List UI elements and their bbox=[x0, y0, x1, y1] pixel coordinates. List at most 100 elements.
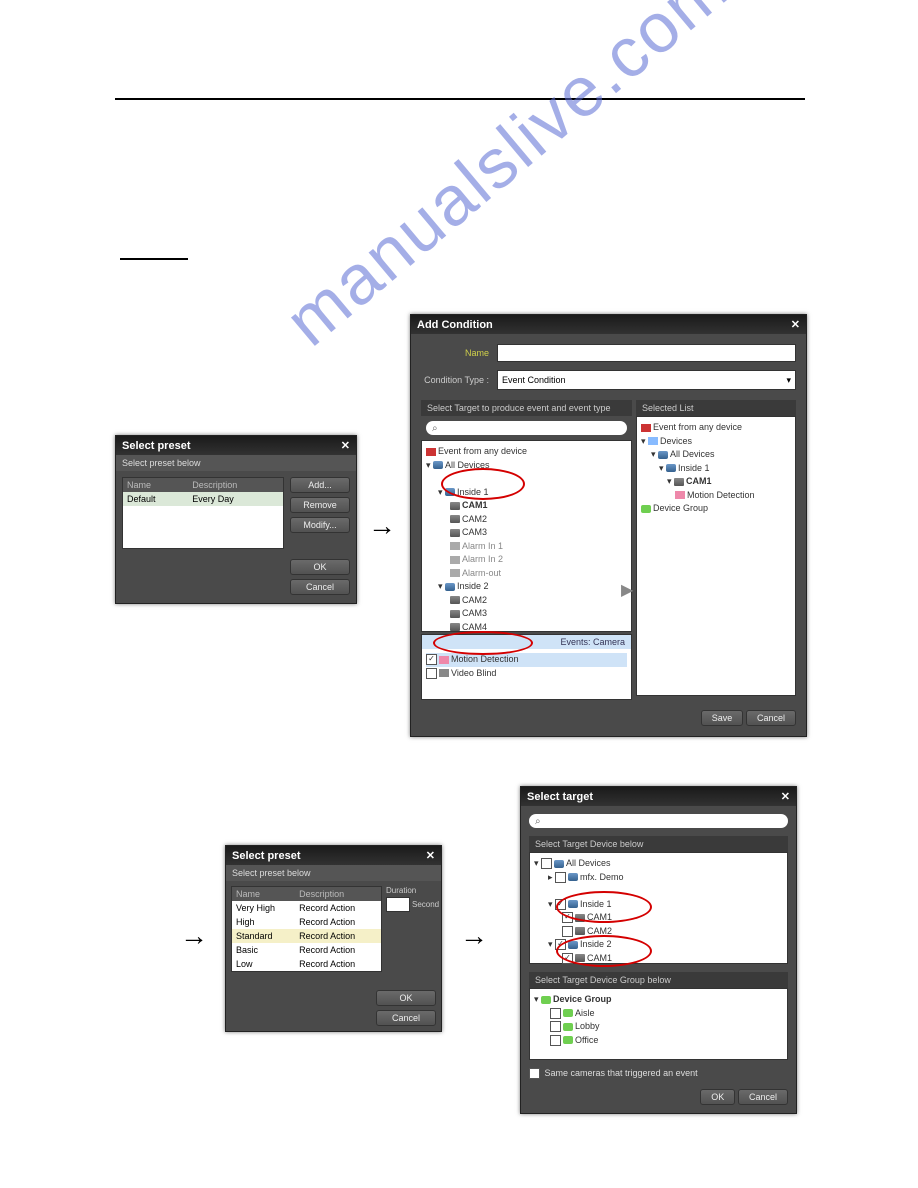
tree-item-all[interactable]: ▾ All Devices bbox=[426, 459, 627, 473]
arrow-icon: → bbox=[368, 510, 396, 542]
remove-button[interactable]: Remove bbox=[290, 497, 350, 513]
tree-item-cam4[interactable]: CAM4 bbox=[426, 621, 627, 633]
dialog-add-condition: Add Condition ✕ Name Condition Type : Ev… bbox=[410, 314, 807, 737]
dialog-select-preset-2: Select preset ✕ Select preset below Name… bbox=[225, 845, 442, 1032]
target-device-header: Select Target Device below bbox=[529, 836, 788, 852]
transfer-arrow-icon[interactable]: ▶ bbox=[621, 580, 633, 600]
target-group-header: Select Target Device Group below bbox=[529, 972, 788, 988]
tree-item-inside1[interactable]: ▾ Inside 1 bbox=[426, 486, 627, 500]
close-icon[interactable]: ✕ bbox=[781, 790, 790, 803]
tree-item-ms[interactable]: ▸ mfx. Demo bbox=[534, 871, 783, 885]
dialog-select-target: Select target ✕ ⌕ Select Target Device b… bbox=[520, 786, 797, 1114]
watermark-text: manualslive.com bbox=[270, 0, 744, 361]
dialog2-title: Add Condition bbox=[417, 319, 493, 331]
col-name: Name bbox=[123, 478, 188, 492]
condition-type-select[interactable]: Event Condition ▾ bbox=[497, 370, 796, 390]
col-dur: Duration bbox=[386, 886, 436, 895]
ok-button[interactable]: OK bbox=[376, 990, 436, 1006]
name-label: Name bbox=[421, 348, 489, 358]
tree-item-inside2[interactable]: ▾ Inside 2 bbox=[426, 580, 627, 594]
tree-item-ain2[interactable]: Alarm In 2 bbox=[426, 553, 627, 567]
group-item-g1[interactable]: Aisle bbox=[534, 1007, 783, 1021]
name-input[interactable] bbox=[497, 344, 796, 362]
row-name[interactable]: High bbox=[232, 915, 295, 929]
cancel-button[interactable]: Cancel bbox=[746, 710, 796, 726]
duration-input[interactable] bbox=[386, 897, 410, 912]
search-input[interactable]: ⌕ bbox=[529, 814, 788, 828]
sel-item-all[interactable]: ▾ All Devices bbox=[641, 448, 791, 462]
chevron-down-icon: ▾ bbox=[786, 375, 791, 386]
event-section-header: Events: Camera bbox=[422, 635, 631, 649]
row-desc: Record Action bbox=[295, 957, 381, 971]
close-icon[interactable]: ✕ bbox=[791, 318, 800, 331]
dialog-select-preset-1: Select preset ✕ Select preset below Name… bbox=[115, 435, 357, 604]
col-desc: Description bbox=[295, 887, 381, 901]
tree-item-cam3[interactable]: CAM3 bbox=[426, 526, 627, 540]
close-icon[interactable]: ✕ bbox=[341, 439, 350, 452]
row-name[interactable]: Default bbox=[123, 492, 188, 506]
add-button[interactable]: Add... bbox=[290, 477, 350, 493]
search-icon: ⌕ bbox=[432, 423, 438, 434]
row-desc: Record Action bbox=[295, 943, 381, 957]
row-name[interactable]: Very High bbox=[232, 901, 295, 915]
dialog1-title: Select preset bbox=[122, 440, 190, 452]
sel-item-cam1[interactable]: ▾ CAM1 bbox=[641, 475, 791, 489]
row-name[interactable]: Basic bbox=[232, 943, 295, 957]
tree-item-cam1[interactable]: CAM1 bbox=[534, 911, 783, 925]
tree-item-cam2[interactable]: CAM2 bbox=[534, 925, 783, 939]
col-desc: Description bbox=[188, 478, 283, 492]
sel-item-devices[interactable]: ▾ Devices bbox=[641, 435, 791, 449]
sel-item-inside1[interactable]: ▾ Inside 1 bbox=[641, 462, 791, 476]
tree-item-aout[interactable]: Alarm-out bbox=[426, 567, 627, 581]
left-panel-header: Select Target to produce event and event… bbox=[421, 400, 632, 416]
condition-type-value: Event Condition bbox=[502, 375, 566, 385]
dialog3-title: Select preset bbox=[232, 850, 300, 862]
save-button[interactable]: Save bbox=[701, 710, 744, 726]
cancel-button[interactable]: Cancel bbox=[738, 1089, 788, 1105]
close-icon[interactable]: ✕ bbox=[426, 849, 435, 862]
col-name: Name bbox=[232, 887, 295, 901]
tree-item-any[interactable]: Event from any device bbox=[426, 445, 627, 459]
underline-bar bbox=[120, 258, 188, 260]
row-desc: Record Action bbox=[295, 915, 381, 929]
tree-item-cam2b[interactable]: CAM2 bbox=[426, 594, 627, 608]
arrow-icon: → bbox=[180, 920, 208, 952]
page-divider bbox=[115, 98, 805, 100]
tree-item-blind[interactable]: Video Blind bbox=[426, 667, 627, 681]
condition-type-label: Condition Type : bbox=[421, 375, 489, 385]
row-desc: Every Day bbox=[188, 492, 283, 506]
tree-item-cam3b[interactable]: CAM3 bbox=[426, 607, 627, 621]
same-camera-checkbox[interactable] bbox=[529, 1068, 540, 1079]
row-name[interactable]: Standard bbox=[232, 929, 295, 943]
group-item-g3[interactable]: Office bbox=[534, 1034, 783, 1048]
ok-button[interactable]: OK bbox=[290, 559, 350, 575]
arrow-icon: → bbox=[460, 920, 488, 952]
tree-item-inside1[interactable]: ▾ Inside 1 bbox=[534, 898, 783, 912]
row-desc: Record Action bbox=[295, 901, 381, 915]
dur-unit: Second bbox=[412, 900, 439, 909]
cancel-button[interactable]: Cancel bbox=[376, 1010, 436, 1026]
row-desc: Record Action bbox=[295, 929, 381, 943]
tree-item-cam1b[interactable]: CAM1 bbox=[534, 952, 783, 966]
sel-item-group[interactable]: Device Group bbox=[641, 502, 791, 516]
tree-item-motion[interactable]: Motion Detection bbox=[426, 653, 627, 667]
ok-button[interactable]: OK bbox=[700, 1089, 735, 1105]
tree-item-cam1[interactable]: CAM1 bbox=[426, 499, 627, 513]
row-name[interactable]: Low bbox=[232, 957, 295, 971]
same-camera-label: Same cameras that triggered an event bbox=[545, 1068, 698, 1078]
right-panel-header: Selected List bbox=[636, 400, 796, 416]
tree-item-ain1[interactable]: Alarm In 1 bbox=[426, 540, 627, 554]
dialog3-subtitle: Select preset below bbox=[226, 865, 441, 881]
group-item-root[interactable]: ▾ Device Group bbox=[534, 993, 783, 1007]
dialog4-title: Select target bbox=[527, 791, 593, 803]
sel-item-motion[interactable]: Motion Detection bbox=[641, 489, 791, 503]
sel-item-any[interactable]: Event from any device bbox=[641, 421, 791, 435]
dialog1-subtitle: Select preset below bbox=[116, 455, 356, 471]
tree-item-inside2[interactable]: ▾ Inside 2 bbox=[534, 938, 783, 952]
group-item-g2[interactable]: Lobby bbox=[534, 1020, 783, 1034]
tree-item-all[interactable]: ▾ All Devices bbox=[534, 857, 783, 871]
search-input[interactable]: ⌕ bbox=[426, 421, 627, 435]
cancel-button[interactable]: Cancel bbox=[290, 579, 350, 595]
modify-button[interactable]: Modify... bbox=[290, 517, 350, 533]
tree-item-cam2[interactable]: CAM2 bbox=[426, 513, 627, 527]
